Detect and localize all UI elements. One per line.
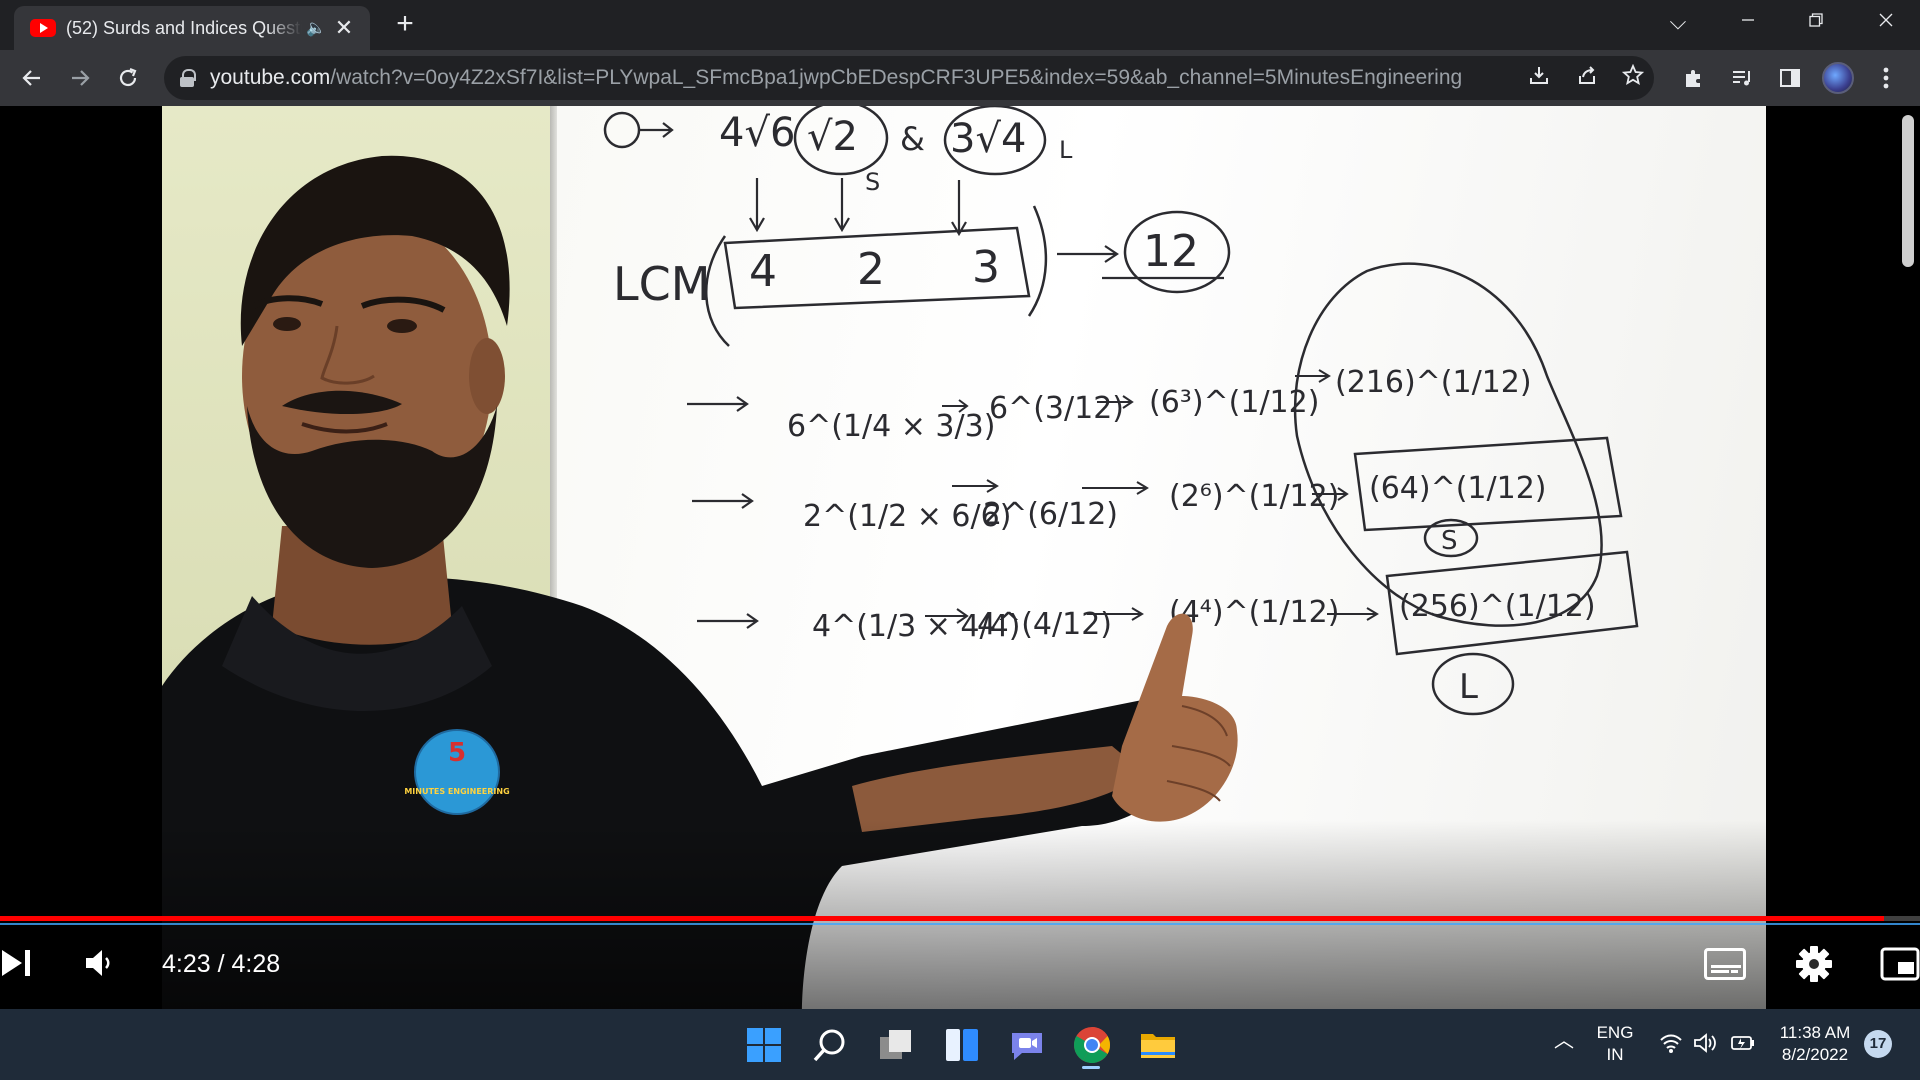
browser-tab-youtube[interactable]: (52) Surds and Indices Questions 🔈 ✕ <box>14 6 370 50</box>
profile-avatar[interactable] <box>1822 62 1854 94</box>
forward-arrow-icon <box>72 70 90 86</box>
lock-icon[interactable] <box>180 69 196 87</box>
badge-number: 5 <box>448 738 466 768</box>
progress-bar[interactable] <box>0 916 1920 921</box>
time-display: 4:23 / 4:28 <box>162 950 281 978</box>
subtitles-button[interactable] <box>1704 948 1746 980</box>
subtitles-icon <box>1711 965 1738 973</box>
folder-icon <box>1141 1034 1175 1058</box>
windows-start-icon[interactable] <box>742 1023 786 1067</box>
widgets-icon[interactable] <box>940 1023 984 1067</box>
volume-icon <box>86 950 110 976</box>
media-control-icon[interactable] <box>1724 60 1760 96</box>
badge-subtitle: MINUTES ENGINEERING <box>404 787 509 796</box>
progress-played <box>0 916 1885 921</box>
share-icon[interactable] <box>1572 64 1602 94</box>
tab-search-chevron-icon[interactable]: ⌵ <box>1644 0 1712 44</box>
chrome-menu-icon[interactable] <box>1868 60 1904 96</box>
url-domain: youtube.com <box>210 66 331 89</box>
reload-icon <box>119 67 137 87</box>
forward-button[interactable] <box>62 60 98 96</box>
gear-icon <box>1796 946 1832 982</box>
chrome-logo-icon <box>1074 1027 1111 1064</box>
youtube-icon <box>30 19 56 37</box>
wifi-icon[interactable] <box>1656 1032 1686 1060</box>
close-icon <box>1879 13 1893 27</box>
clock[interactable]: 11:38 AM 8/2/2022 <box>1774 1022 1856 1066</box>
url-path: /watch?v=0oy4Z2xSf7I&list=PLYwpaL_SFmcBp… <box>330 66 1463 89</box>
next-video-button[interactable] <box>0 946 40 986</box>
region-code: IN <box>1606 1045 1624 1064</box>
more-vert-icon <box>1883 67 1889 89</box>
bookmark-star-icon[interactable] <box>1618 63 1648 94</box>
skip-next-icon <box>2 950 30 976</box>
download-icon <box>1530 67 1548 84</box>
page-scrollbar[interactable] <box>1902 115 1914 267</box>
mute-button[interactable] <box>82 946 122 986</box>
speaker-icon[interactable]: 🔈 <box>306 18 326 38</box>
wifi-signal-icon <box>1660 1034 1682 1053</box>
teams-chat-icon[interactable] <box>1006 1023 1050 1067</box>
close-tab-icon[interactable]: ✕ <box>332 15 356 41</box>
side-panel-icon[interactable] <box>1772 60 1808 96</box>
browser-tab-bar: (52) Surds and Indices Questions 🔈 ✕ + ⌵ <box>0 0 1920 50</box>
magnifier-icon <box>813 1029 845 1062</box>
clock-time: 11:38 AM <box>1779 1023 1851 1042</box>
share-arrow-icon <box>1579 66 1595 84</box>
task-view-windows-icon <box>880 1030 911 1059</box>
battery-charging-icon <box>1731 1036 1754 1050</box>
playlist-music-icon <box>1733 71 1750 86</box>
extensions-icon[interactable] <box>1676 60 1712 96</box>
back-arrow-icon <box>22 70 40 86</box>
miniplayer-icon <box>1880 947 1920 981</box>
sidebar-icon <box>1780 69 1800 87</box>
speaker-tray-icon[interactable] <box>1690 1032 1720 1060</box>
video-player[interactable]: 4√6 √2 S & 3√4 L LCM 4 2 3 12 6^(1/4 × 3… <box>0 106 1920 1009</box>
puzzle-icon <box>1686 70 1700 87</box>
settings-button[interactable] <box>1794 944 1834 984</box>
close-window-button[interactable] <box>1852 0 1920 44</box>
clock-date: 8/2/2022 <box>1781 1045 1849 1064</box>
minimize-button[interactable] <box>1714 0 1782 44</box>
chrome-icon[interactable] <box>1070 1023 1114 1067</box>
browser-toolbar: youtube.com/watch?v=0oy4Z2xSf7I&list=PLY… <box>0 50 1920 106</box>
windows-logo-icon <box>747 1028 781 1062</box>
restore-icon <box>1809 13 1823 27</box>
progress-buffer-line <box>0 923 1920 925</box>
miniplayer-button[interactable] <box>1880 946 1920 982</box>
show-hidden-icons-chevron[interactable]: ︿ <box>1552 1030 1576 1052</box>
controls-gradient <box>0 820 1920 1009</box>
task-view-icon[interactable] <box>874 1023 918 1067</box>
back-button[interactable] <box>14 60 50 96</box>
search-icon[interactable] <box>808 1023 852 1067</box>
battery-icon[interactable] <box>1728 1032 1758 1060</box>
new-tab-button[interactable]: + <box>388 8 422 42</box>
tab-title: (52) Surds and Indices Questions <box>66 17 302 38</box>
address-bar[interactable]: youtube.com/watch?v=0oy4Z2xSf7I&list=PLY… <box>164 56 1654 100</box>
chat-camera-icon <box>1012 1033 1042 1060</box>
widgets-board-icon <box>946 1029 978 1061</box>
restore-button[interactable] <box>1782 0 1850 44</box>
chrome-running-indicator <box>1082 1066 1100 1069</box>
reload-button[interactable] <box>110 60 146 96</box>
install-app-icon[interactable] <box>1524 64 1554 94</box>
file-explorer-icon[interactable] <box>1136 1023 1180 1067</box>
minimize-icon <box>1742 19 1754 21</box>
language-indicator[interactable]: ENG IN <box>1590 1022 1640 1066</box>
star-icon <box>1621 63 1645 86</box>
language-code: ENG <box>1596 1023 1634 1042</box>
volume-tray-icon <box>1694 1033 1716 1053</box>
notification-badge[interactable]: 17 <box>1864 1030 1892 1058</box>
